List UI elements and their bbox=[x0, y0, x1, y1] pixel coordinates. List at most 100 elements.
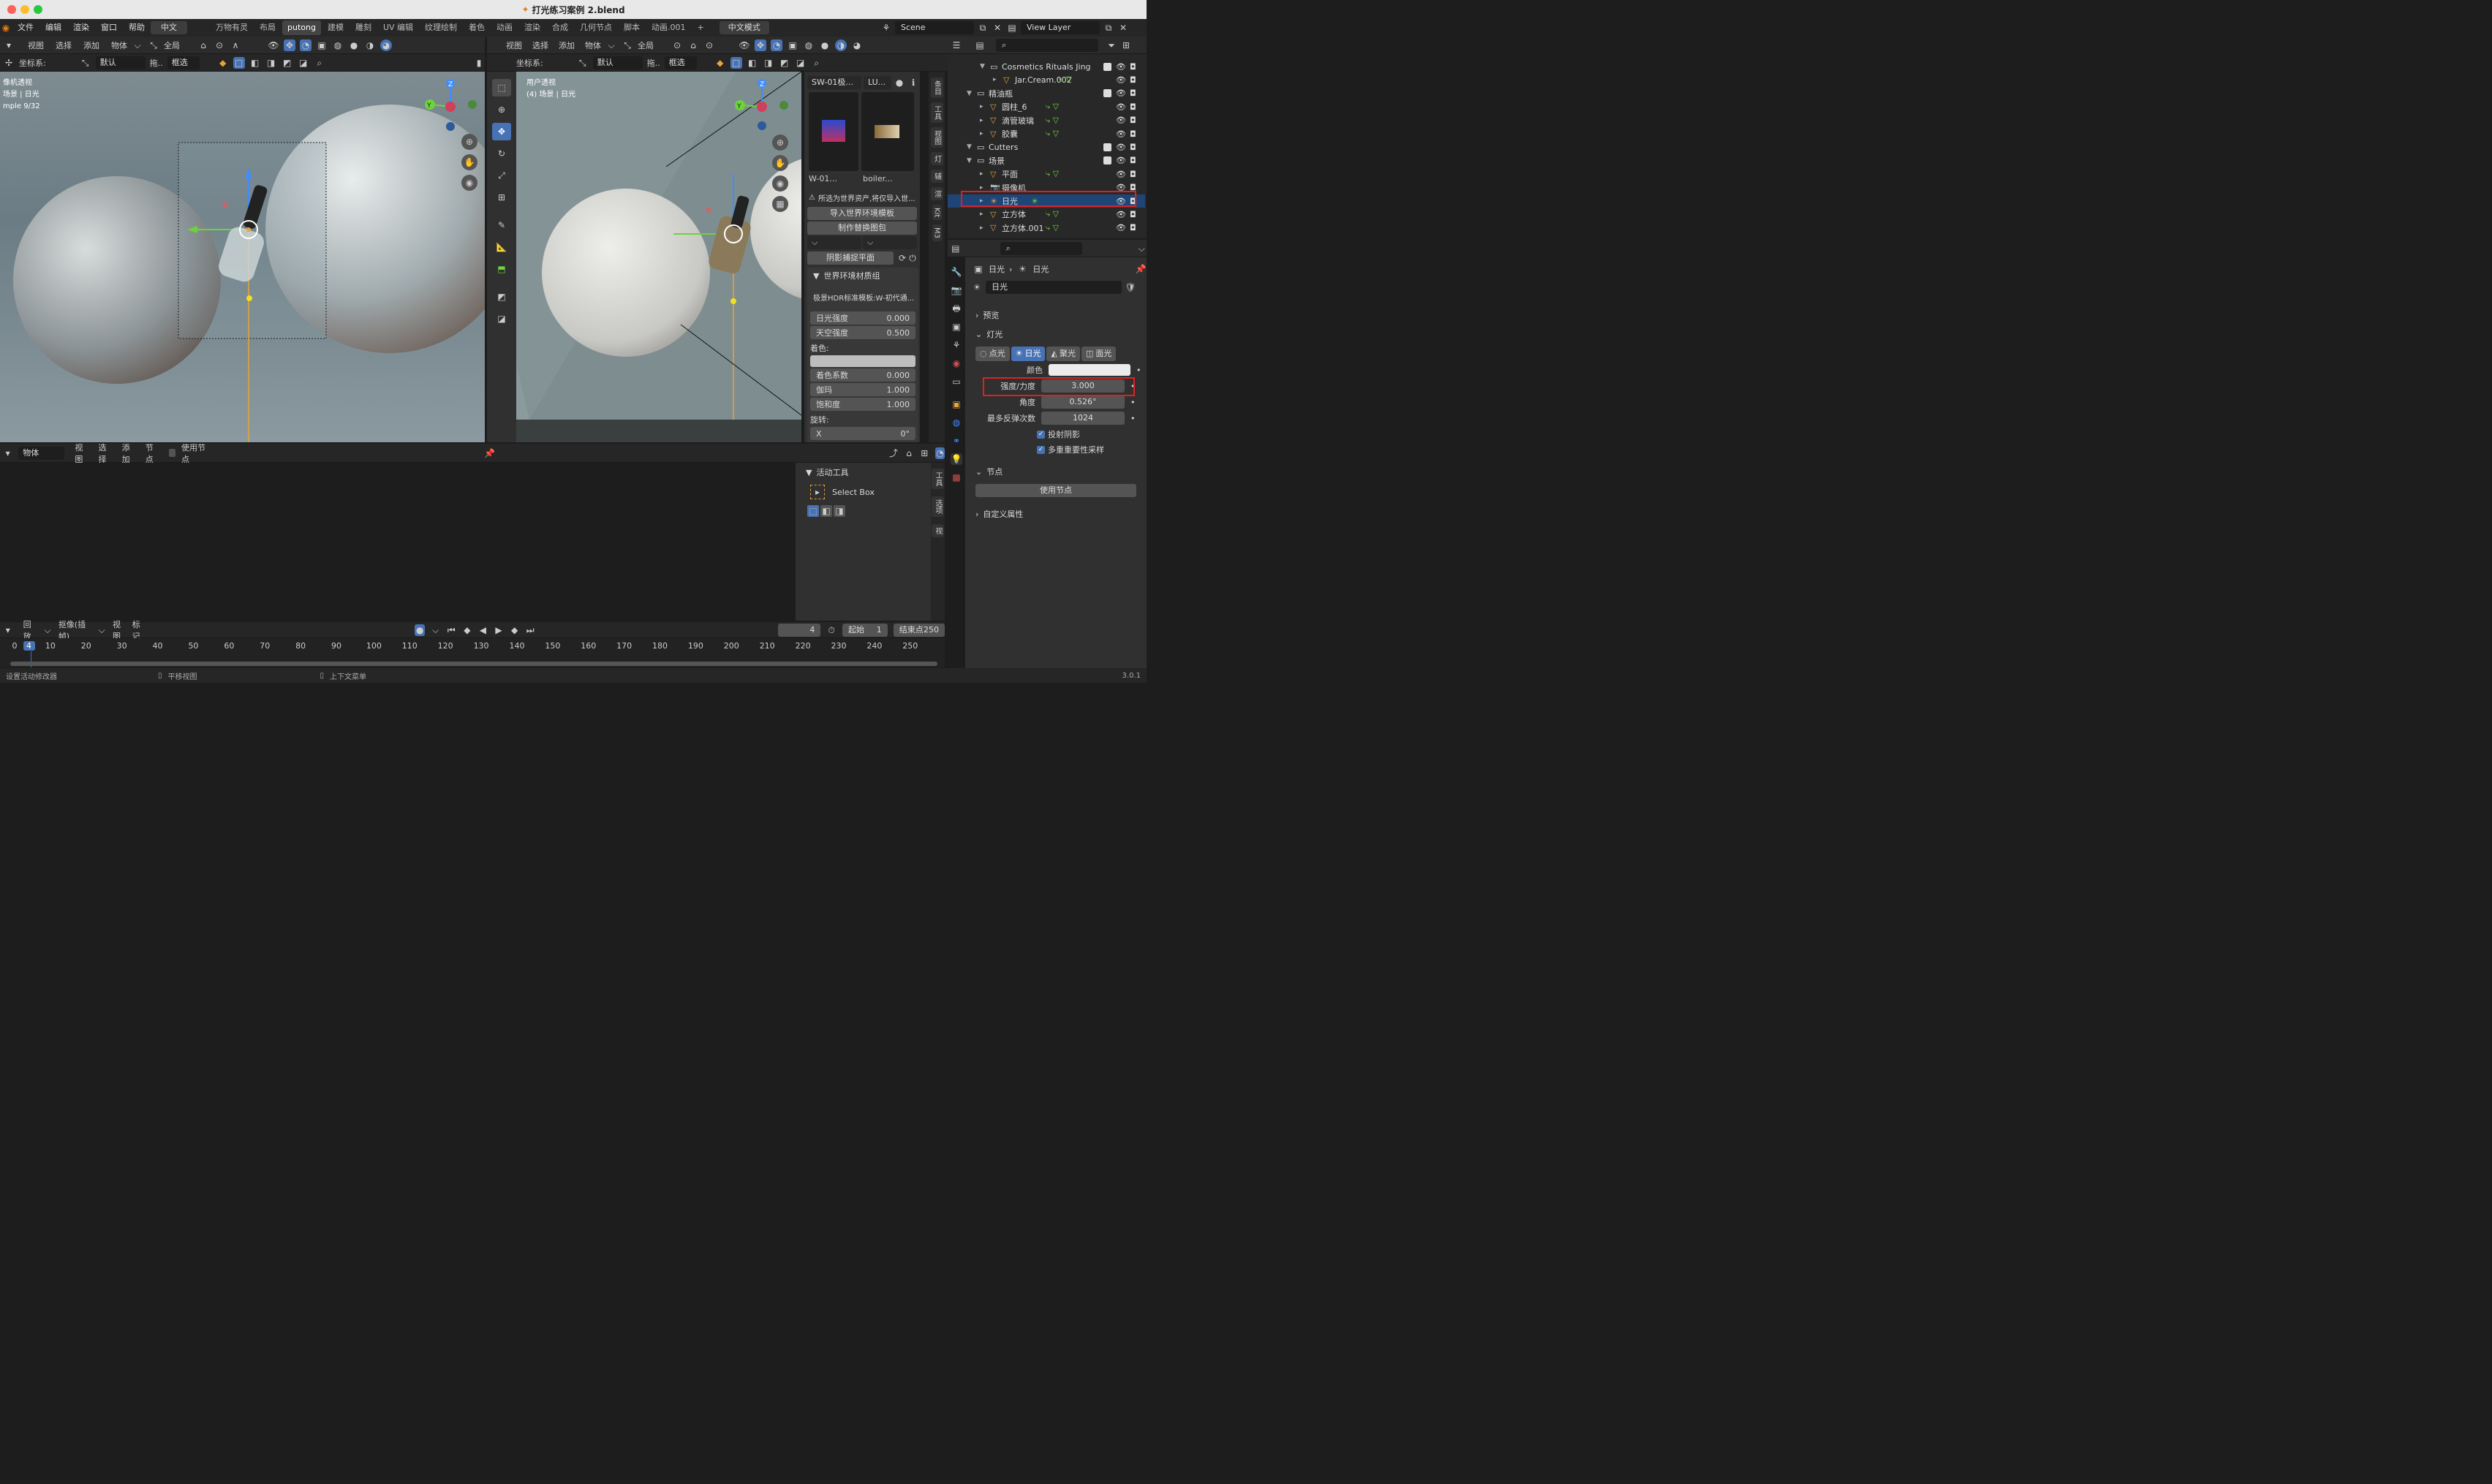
props-use-nodes-button[interactable]: 使用节点 bbox=[975, 484, 1136, 497]
active-tool-title[interactable]: 活动工具 bbox=[816, 466, 848, 478]
minimize-window-button[interactable] bbox=[20, 5, 29, 14]
exclude-checkbox[interactable] bbox=[1103, 156, 1111, 165]
preview-range-icon[interactable]: ⏱ bbox=[826, 624, 837, 636]
outliner-item-name[interactable]: 日光 bbox=[1002, 195, 1018, 207]
vp2-orient-icon[interactable]: ⤡ bbox=[577, 57, 589, 69]
keyframe-dot-icon[interactable]: • bbox=[1130, 382, 1136, 391]
menu-window[interactable]: 窗口 bbox=[95, 19, 123, 37]
vp1-sel-and-icon[interactable]: ◪ bbox=[298, 57, 309, 69]
vp2-nav-gizmo[interactable]: Z Y bbox=[733, 77, 791, 136]
render-tab-icon[interactable]: 📷 bbox=[951, 284, 962, 296]
npanel-prop-props-1[interactable]: 天空强度 0.500 bbox=[810, 326, 915, 339]
tool-extra2-icon[interactable]: ◪ bbox=[492, 310, 511, 328]
vp2-menu-view[interactable]: 视图 bbox=[506, 39, 522, 51]
record-caret-icon[interactable]: ⌵ bbox=[431, 624, 441, 636]
transform-tool-icon[interactable]: ⊞ bbox=[492, 189, 511, 206]
make-pack-button[interactable]: 制作替换图包 bbox=[807, 222, 917, 235]
outliner-item-name[interactable]: Cutters bbox=[989, 143, 1018, 152]
expand-chevron-icon[interactable]: ▸ bbox=[980, 197, 983, 205]
exclude-checkbox[interactable] bbox=[1103, 62, 1111, 71]
visibility-eye-icon[interactable]: 👁 bbox=[1116, 156, 1126, 165]
vp2-side-tab-2[interactable]: 视图 bbox=[930, 127, 943, 148]
light-field-value[interactable]: 1024 bbox=[1041, 412, 1125, 425]
visibility-eye-icon[interactable]: 👁 bbox=[1116, 129, 1126, 139]
crumb-object[interactable]: 日光 bbox=[989, 263, 1005, 275]
npanel-prop-props2-1[interactable]: 伽玛 1.000 bbox=[810, 383, 915, 396]
outliner-item-name[interactable]: Cosmetics Rituals Jing bbox=[1002, 62, 1091, 72]
vp2-select-mode[interactable]: 框选 bbox=[664, 56, 697, 69]
object-tab-icon[interactable]: ▣ bbox=[951, 398, 962, 410]
tab-ws-12[interactable]: 脚本 bbox=[619, 20, 645, 35]
world-tab-icon[interactable]: ◉ bbox=[951, 357, 962, 369]
render-camera-icon[interactable]: ◘ bbox=[1130, 129, 1136, 139]
vp2-sel-ext-icon[interactable]: ◧ bbox=[747, 57, 758, 69]
pin-icon[interactable]: 📌 bbox=[484, 447, 495, 459]
render-camera-icon[interactable]: ◘ bbox=[1130, 116, 1136, 125]
tab-ws-13[interactable]: 动画.001 bbox=[646, 20, 691, 35]
visibility-eye-icon[interactable]: 👁 bbox=[1116, 102, 1126, 112]
vp1-orient-icon[interactable]: ⤡ bbox=[80, 57, 91, 69]
vp1-sel-new-icon[interactable]: □ bbox=[233, 56, 245, 69]
npanel-prop-props2-0[interactable]: 着色系数 0.000 bbox=[810, 368, 915, 382]
properties-search[interactable]: ⌕ bbox=[1000, 241, 1083, 255]
play-reverse-icon[interactable]: ◀ bbox=[478, 624, 488, 636]
vp2-transform-icon[interactable]: ⤡ bbox=[622, 39, 633, 51]
expand-chevron-icon[interactable]: ▼ bbox=[967, 90, 972, 97]
expand-chevron-icon[interactable]: ▸ bbox=[980, 224, 983, 232]
visibility-eye-icon[interactable]: 👁 bbox=[1116, 75, 1126, 85]
outliner-row[interactable]: ▼ ▭ 精油瓶 👁 ◘ bbox=[948, 87, 1145, 100]
vp1-snap-icon[interactable]: ⌂ bbox=[197, 39, 209, 51]
prev-key-icon[interactable]: ◆ bbox=[462, 624, 472, 636]
expand-chevron-icon[interactable]: ▸ bbox=[993, 76, 997, 83]
vp2-overlay-icon[interactable]: ◔ bbox=[771, 39, 782, 51]
rotation-x-field[interactable]: X 0° bbox=[810, 427, 915, 440]
vp2-transform[interactable]: 全局 bbox=[638, 39, 667, 51]
vp1-menu-select[interactable]: 选择 bbox=[56, 39, 72, 51]
collapse-icon[interactable]: ▼ bbox=[813, 271, 819, 281]
vp1-transform[interactable]: 全局 bbox=[164, 39, 193, 51]
node-menu-view[interactable]: 视图 bbox=[75, 442, 88, 465]
frame-start-field[interactable]: 起始 1 bbox=[842, 623, 888, 637]
vp2-side-tab-4[interactable]: 辅 bbox=[930, 170, 943, 183]
outliner-item-name[interactable]: 精油瓶 bbox=[989, 88, 1013, 99]
play-icon[interactable]: ▶ bbox=[494, 624, 504, 636]
light-color-swatch[interactable] bbox=[1049, 364, 1130, 376]
outliner-row[interactable]: ▸ ▽ 立方体.001 ⤷ ▽ 👁 ◘ bbox=[948, 222, 1145, 235]
active-tool-collapse-icon[interactable]: ▼ bbox=[806, 468, 812, 477]
outliner-item-name[interactable]: 立方体.001 bbox=[1002, 222, 1044, 234]
vp2-xray-icon[interactable]: ▣ bbox=[787, 39, 798, 51]
tab-ws-8[interactable]: 动画 bbox=[491, 20, 518, 35]
vp1-coord-select[interactable]: 默认 bbox=[95, 56, 146, 69]
vp1-zoom-icon[interactable]: ⊕ bbox=[461, 134, 477, 150]
vp2-pivot-icon[interactable]: ⊙ bbox=[671, 39, 683, 51]
vp2-color-icon[interactable]: ◆ bbox=[714, 57, 726, 69]
vp1-bookmark-icon[interactable]: ▮ bbox=[473, 57, 485, 69]
vp1-shade-wire-icon[interactable]: ◍ bbox=[332, 39, 344, 51]
vp2-sel-sub-icon[interactable]: ◨ bbox=[763, 57, 774, 69]
menu-file[interactable]: 文件 bbox=[12, 19, 39, 37]
vp1-menu-view[interactable]: 视图 bbox=[28, 39, 44, 51]
vp1-mode-icon[interactable]: ⌵ bbox=[132, 39, 143, 51]
vp1-visibility-icon[interactable]: 👁 bbox=[268, 39, 279, 51]
light-type-2[interactable]: ◭ 聚光 bbox=[1046, 347, 1080, 361]
npanel-info-icon[interactable]: ℹ bbox=[907, 77, 919, 88]
vp1-overlay-icon[interactable]: ◔ bbox=[300, 39, 312, 51]
vp2-zoom-icon[interactable]: ⊕ bbox=[772, 135, 788, 151]
vp1-xray-icon[interactable]: ▣ bbox=[316, 39, 328, 51]
tab-ws-4[interactable]: 雕刻 bbox=[350, 20, 377, 35]
node-type-select[interactable]: 物体 bbox=[18, 446, 65, 460]
menu-lang[interactable]: 中文 bbox=[151, 21, 187, 34]
outliner-row[interactable]: ▼ ▭ 场景 👁 ◘ bbox=[948, 154, 1145, 167]
node-snap-mode-icon[interactable]: ⊞ bbox=[920, 447, 929, 459]
vp1-color-icon[interactable]: ◆ bbox=[217, 57, 229, 69]
outliner-search[interactable]: ⌕ bbox=[996, 38, 1098, 52]
constraints-tab-icon[interactable]: ⚭ bbox=[951, 435, 962, 447]
render-camera-icon[interactable]: ◘ bbox=[1130, 156, 1136, 165]
light-data-tab-icon[interactable]: 💡 bbox=[951, 453, 962, 465]
vp1-gizmo-icon[interactable]: ✥ bbox=[284, 39, 295, 51]
mode-subtract-icon[interactable]: ◨ bbox=[834, 505, 845, 517]
expand-chevron-icon[interactable]: ▼ bbox=[967, 143, 972, 151]
light-field-value[interactable]: 0.526° bbox=[1041, 395, 1125, 409]
vp1-search-icon[interactable]: ⌕ bbox=[314, 57, 325, 69]
close-window-button[interactable] bbox=[7, 5, 16, 14]
